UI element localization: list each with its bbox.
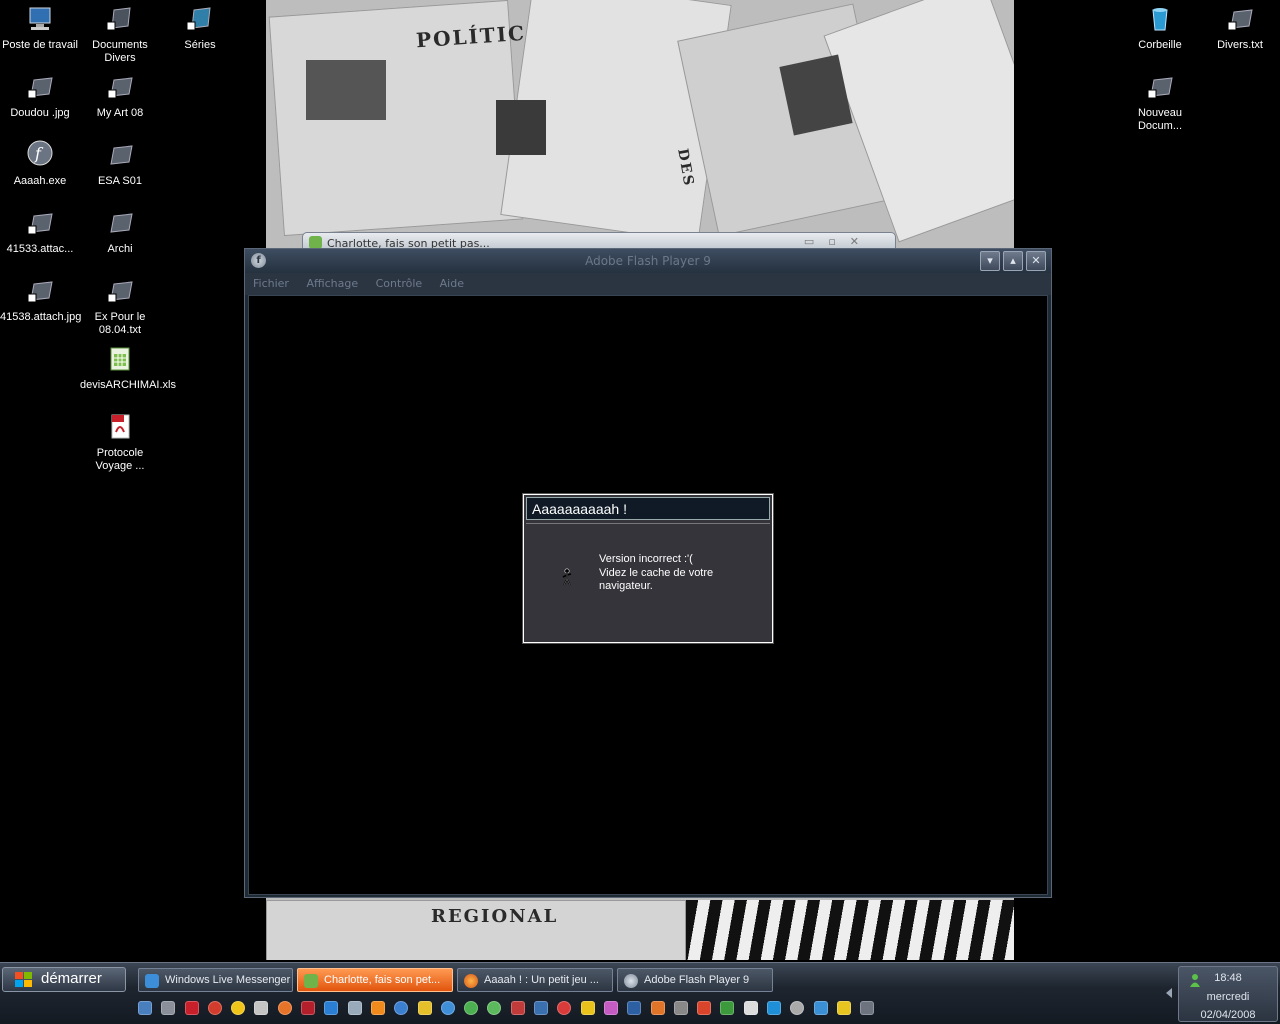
quick-launch-icon[interactable] <box>580 1001 595 1015</box>
quick-launch-icon[interactable] <box>650 1001 665 1015</box>
desktop-icon-protocole[interactable]: Protocole Voyage ... <box>80 412 160 473</box>
quick-launch-icon[interactable] <box>277 1001 292 1015</box>
menu-fichier[interactable]: Fichier <box>253 277 289 290</box>
stick-figure-icon <box>562 568 572 586</box>
quick-launch-icon[interactable] <box>836 1001 851 1015</box>
dialog-title: Aaaaaaaaaah ! <box>526 497 770 520</box>
quick-launch-icon[interactable] <box>603 1001 618 1015</box>
start-button[interactable]: démarrer <box>2 967 126 992</box>
quick-launch-icon[interactable] <box>440 1001 455 1015</box>
desktop-icon-ex-pour[interactable]: Ex Pour le 08.04.txt <box>80 276 160 337</box>
dialog-message: Version incorrect :'( Videz le cache de … <box>599 553 714 592</box>
quick-launch-icon[interactable] <box>370 1001 385 1015</box>
quick-launch-icon[interactable] <box>534 1001 549 1015</box>
quick-launch-icon[interactable] <box>207 1001 222 1015</box>
folder-shortcut-icon <box>184 4 216 36</box>
flash-icon <box>624 974 638 988</box>
taskbar-button-charlotte[interactable]: Charlotte, fais son pet... <box>297 968 453 992</box>
tray-expand-icon[interactable] <box>1166 988 1172 998</box>
error-dialog: Aaaaaaaaaah ! Version incorrect :'( Vide… <box>522 493 774 644</box>
clock-day: mercredi <box>1206 991 1250 1003</box>
messenger-icon <box>145 974 159 988</box>
desktop-icon-documents-divers[interactable]: Documents Divers <box>80 4 160 65</box>
quick-launch-icon[interactable] <box>860 1001 875 1015</box>
folder-icon <box>104 208 136 240</box>
image-shortcut-icon <box>24 72 56 104</box>
windows-flag-icon <box>15 972 33 988</box>
dialog-body: Version incorrect :'( Videz le cache de … <box>526 523 770 640</box>
system-tray: 18:48 mercredi 02/04/2008 <box>1178 966 1278 1022</box>
quick-launch-icon[interactable] <box>673 1001 688 1015</box>
document-shortcut-icon <box>1144 72 1176 104</box>
clock-time[interactable]: 18:48 <box>1179 972 1277 984</box>
desktop-icon-doudou[interactable]: Doudou .jpg <box>0 72 80 120</box>
image-icon <box>24 208 56 240</box>
taskbar-button-firefox[interactable]: Aaaah ! : Un petit jeu ... <box>457 968 613 992</box>
menu-affichage[interactable]: Affichage <box>306 277 358 290</box>
desktop-icon-archi[interactable]: Archi <box>80 208 160 256</box>
wallpaper-headline: REGIONAL <box>431 906 559 927</box>
desktop-icon-poste-de-travail[interactable]: Poste de travail <box>0 4 80 52</box>
text-shortcut-icon <box>1224 4 1256 36</box>
excel-icon <box>104 344 136 376</box>
quick-launch-icon[interactable] <box>394 1001 409 1015</box>
minimize-button[interactable]: ▾ <box>980 251 1000 271</box>
menu-aide[interactable]: Aide <box>440 277 464 290</box>
quick-launch-icon[interactable] <box>720 1001 735 1015</box>
close-button[interactable]: ✕ <box>1026 251 1046 271</box>
desktop-icon-corbeille[interactable]: Corbeille <box>1120 4 1200 52</box>
quick-launch-icon[interactable] <box>417 1001 432 1015</box>
flash-exe-icon: f <box>24 140 56 172</box>
quick-launch-icon[interactable] <box>743 1001 758 1015</box>
firefox-icon <box>464 974 478 988</box>
recycle-bin-icon <box>1144 4 1176 36</box>
menu-bar: Fichier Affichage Contrôle Aide <box>245 273 1051 295</box>
pdf-icon <box>104 412 136 444</box>
image-icon <box>24 276 56 308</box>
desktop-icon-series[interactable]: Séries <box>160 4 240 52</box>
window-title: Adobe Flash Player 9 <box>585 254 711 268</box>
quick-launch-icon[interactable] <box>813 1001 828 1015</box>
quick-launch-icon[interactable] <box>254 1001 269 1015</box>
quick-launch-icon[interactable] <box>231 1001 246 1015</box>
desktop-icon-divers-txt[interactable]: Divers.txt <box>1200 4 1280 52</box>
maximize-button[interactable]: ▴ <box>1003 251 1023 271</box>
desktop-icon-nouveau-document[interactable]: Nouveau Docum... <box>1120 72 1200 133</box>
taskbar-button-flash[interactable]: Adobe Flash Player 9 <box>617 968 773 992</box>
quick-launch-icon[interactable] <box>184 1001 199 1015</box>
folder-shortcut-icon <box>104 72 136 104</box>
taskbar: démarrer Windows Live Messenger Charlott… <box>0 962 1280 1024</box>
folder-shortcut-icon <box>104 4 136 36</box>
folder-icon <box>104 140 136 172</box>
quick-launch-icon[interactable] <box>790 1001 805 1015</box>
quick-launch-icon[interactable] <box>627 1001 642 1015</box>
quick-launch-icon[interactable] <box>510 1001 525 1015</box>
background-window-controls[interactable]: ▭▫✕ <box>804 235 873 248</box>
quick-launch-icon[interactable] <box>324 1001 339 1015</box>
quick-launch-icon[interactable] <box>347 1001 362 1015</box>
quick-launch-icon[interactable] <box>464 1001 479 1015</box>
desktop-icon-41533[interactable]: 41533.attac... <box>0 208 80 256</box>
menu-controle[interactable]: Contrôle <box>376 277 423 290</box>
messenger-chat-icon <box>304 974 318 988</box>
quick-launch-icon[interactable] <box>487 1001 502 1015</box>
quick-launch-icon[interactable] <box>301 1001 316 1015</box>
taskbar-button-messenger[interactable]: Windows Live Messenger <box>138 968 293 992</box>
clock-date: 02/04/2008 <box>1200 1009 1256 1021</box>
quick-launch-bar <box>138 1001 884 1019</box>
quick-launch-icon[interactable] <box>557 1001 572 1015</box>
flash-titlebar[interactable]: f Adobe Flash Player 9 ▾ ▴ ✕ <box>245 249 1051 273</box>
desktop-icon-devis-archi[interactable]: devisARCHIMAI.xls <box>80 344 176 392</box>
quick-launch-icon[interactable] <box>138 1001 152 1015</box>
quick-launch-icon[interactable] <box>161 1001 176 1015</box>
desktop-icon-my-art[interactable]: My Art 08 <box>80 72 160 120</box>
computer-icon <box>24 4 56 36</box>
desktop-icon-41538[interactable]: 41538.attach.jpg <box>0 276 81 324</box>
quick-launch-icon[interactable] <box>767 1001 782 1015</box>
text-shortcut-icon <box>104 276 136 308</box>
desktop-icon-esa[interactable]: ESA S01 <box>80 140 160 188</box>
quick-launch-icon[interactable] <box>697 1001 712 1015</box>
desktop-icon-aaaah-exe[interactable]: f Aaaah.exe <box>0 140 80 188</box>
